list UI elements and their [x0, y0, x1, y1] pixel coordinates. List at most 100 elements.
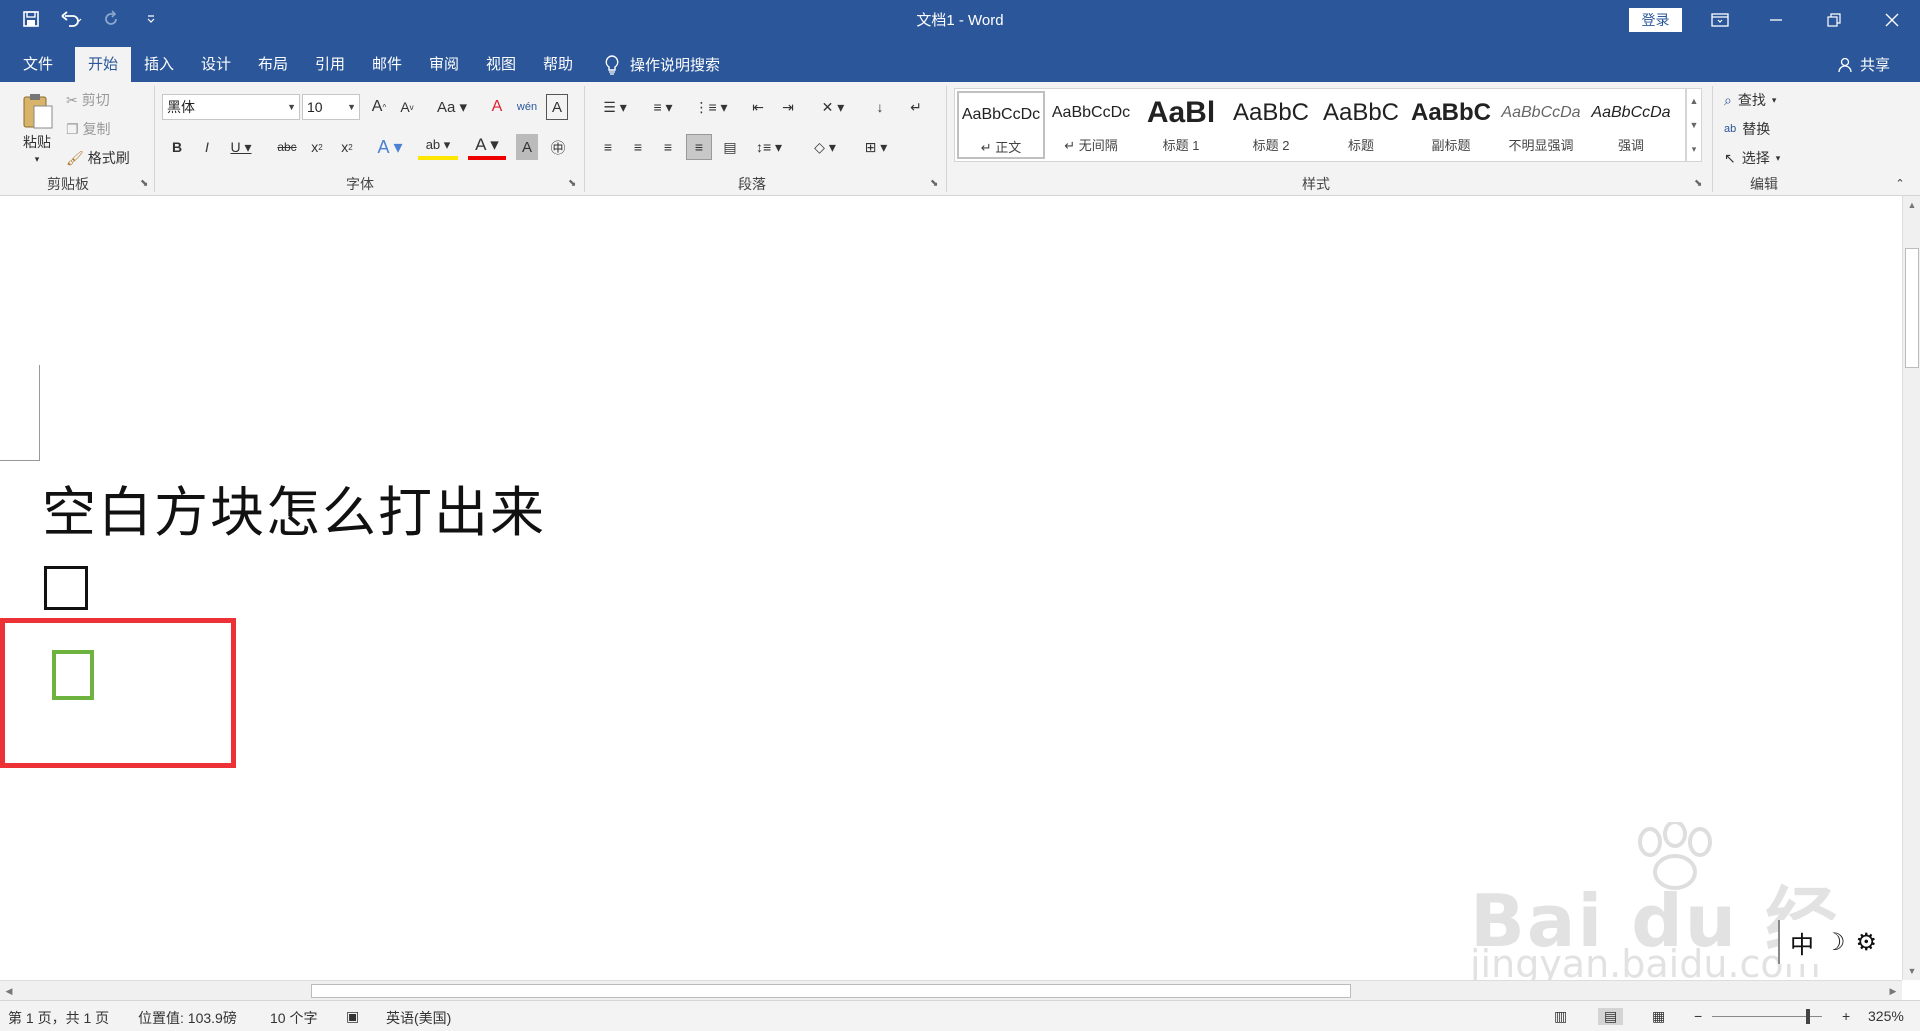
multilevel-list-icon[interactable]: ⋮≡ ▾ [692, 94, 730, 120]
paragraph-shading-icon[interactable]: ◇ ▾ [806, 134, 844, 160]
vertical-scrollbar[interactable]: ▲ ▼ [1902, 196, 1920, 980]
decrease-indent-icon[interactable]: ⇤ [746, 94, 770, 120]
numbering-icon[interactable]: ≡ ▾ [644, 94, 682, 120]
green-square-character[interactable] [52, 650, 94, 700]
strikethrough-icon[interactable]: abc [274, 134, 300, 160]
chevron-up-icon[interactable]: ▲ [1687, 89, 1701, 113]
borders-icon[interactable]: ⊞ ▾ [856, 134, 896, 160]
sort-icon[interactable]: ↓ [868, 94, 892, 120]
word-count[interactable]: 10 个字 [270, 1008, 317, 1028]
font-name-combo[interactable]: 黑体 ▼ [162, 94, 300, 120]
styles-launcher-icon[interactable]: ⬊ [1694, 178, 1702, 189]
print-layout-icon[interactable]: ▤ [1598, 1008, 1624, 1025]
chevron-down-icon[interactable]: ▼ [287, 95, 296, 119]
tab-design[interactable]: 设计 [188, 47, 244, 82]
tab-references[interactable]: 引用 [302, 47, 358, 82]
zoom-out-icon[interactable]: − [1694, 1008, 1702, 1024]
scroll-left-icon[interactable]: ◀ [0, 981, 18, 1001]
style-heading-2[interactable]: AaBbC 标题 2 [1227, 91, 1315, 159]
undo-icon[interactable] [58, 6, 84, 32]
scroll-right-icon[interactable]: ▶ [1884, 981, 1902, 1001]
paragraph-launcher-icon[interactable]: ⬊ [930, 178, 938, 189]
scroll-down-icon[interactable]: ▼ [1903, 962, 1920, 980]
moon-icon[interactable]: ☽ [1824, 928, 1846, 957]
format-painter-button[interactable]: 🖌 格式刷 [66, 146, 130, 170]
blank-square-character[interactable] [44, 566, 88, 610]
style-emphasis[interactable]: AaBbCcDa 强调 [1587, 91, 1675, 159]
underline-icon[interactable]: U ▾ [226, 134, 256, 160]
minimize-icon[interactable] [1750, 0, 1802, 40]
change-case-icon[interactable]: Aa ▾ [432, 94, 472, 120]
zoom-in-icon[interactable]: + [1842, 1008, 1850, 1024]
align-right-icon[interactable]: ≡ [656, 134, 680, 160]
align-center-icon[interactable]: ≡ [626, 134, 650, 160]
chevron-down-icon[interactable]: ▼ [347, 95, 356, 119]
tab-review[interactable]: 审阅 [416, 47, 472, 82]
tab-view[interactable]: 视图 [473, 47, 529, 82]
share-button[interactable]: 共享 [1838, 47, 1890, 82]
save-icon[interactable] [18, 6, 44, 32]
clear-formatting-icon[interactable]: A [486, 94, 508, 120]
tab-mailings[interactable]: 邮件 [359, 47, 415, 82]
select-button[interactable]: ↖ 选择 ▾ [1724, 146, 1780, 170]
copy-button[interactable]: ❐ 复制 [66, 117, 111, 141]
text-effects-icon[interactable]: A ▾ [372, 134, 408, 160]
close-icon[interactable] [1866, 0, 1918, 40]
phonetic-guide-icon[interactable]: wén [516, 94, 538, 120]
login-button[interactable]: 登录 [1629, 8, 1682, 32]
increase-indent-icon[interactable]: ⇥ [776, 94, 800, 120]
shrink-font-icon[interactable]: Av [396, 94, 418, 120]
position-value[interactable]: 位置值: 103.9磅 [138, 1008, 237, 1028]
style-subtitle[interactable]: AaBbC 副标题 [1407, 91, 1495, 159]
line-spacing-icon[interactable]: ↕≡ ▾ [752, 134, 786, 160]
horizontal-scroll-thumb[interactable] [311, 984, 1351, 998]
distributed-icon[interactable]: ▤ [718, 134, 742, 160]
cut-button[interactable]: ✂ 剪切 [66, 88, 110, 112]
ribbon-display-options-icon[interactable] [1694, 0, 1746, 40]
ime-mode-label[interactable]: 中 [1790, 925, 1814, 960]
superscript-icon[interactable]: x2 [336, 134, 358, 160]
collapse-ribbon-icon[interactable]: ⌃ [1890, 174, 1910, 192]
character-shading-icon[interactable]: A [516, 134, 538, 160]
vertical-scroll-thumb[interactable] [1905, 248, 1919, 368]
redo-icon[interactable] [98, 6, 124, 32]
tab-insert[interactable]: 插入 [131, 47, 187, 82]
style-title[interactable]: AaBbC 标题 [1317, 91, 1405, 159]
tab-file[interactable]: 文件 [10, 47, 66, 82]
customize-toolbar-icon[interactable] [138, 6, 164, 32]
clipboard-launcher-icon[interactable]: ⬊ [140, 178, 148, 189]
style-no-spacing[interactable]: AaBbCcDc ↵ 无间隔 [1047, 91, 1135, 159]
scroll-up-icon[interactable]: ▲ [1903, 196, 1920, 214]
font-launcher-icon[interactable]: ⬊ [568, 178, 576, 189]
show-formatting-marks-icon[interactable]: ↵ [904, 94, 928, 120]
replace-button[interactable]: ab 替换 [1724, 117, 1770, 141]
subscript-icon[interactable]: x2 [306, 134, 328, 160]
read-mode-icon[interactable]: ▥ [1554, 1008, 1567, 1025]
align-left-icon[interactable]: ≡ [596, 134, 620, 160]
font-color-icon[interactable]: A ▾ [468, 134, 506, 160]
styles-gallery-scroll[interactable]: ▲ ▼ ▾ [1686, 88, 1702, 162]
tab-home[interactable]: 开始 [75, 47, 131, 82]
bold-icon[interactable]: B [166, 134, 188, 160]
paste-button[interactable]: 粘贴 ▾ [14, 88, 60, 168]
style-heading-1[interactable]: AaBl 标题 1 [1137, 91, 1225, 159]
highlight-color-icon[interactable]: ab ▾ [418, 134, 458, 160]
page-count[interactable]: 第 1 页，共 1 页 [8, 1008, 109, 1028]
enclose-characters-icon[interactable]: ㊥ [546, 134, 570, 160]
document-heading[interactable]: 空白方块怎么打出来 [42, 468, 546, 547]
restore-icon[interactable] [1808, 0, 1860, 40]
grow-font-icon[interactable]: A ^ [368, 94, 390, 120]
zoom-level[interactable]: 325% [1868, 1008, 1904, 1024]
tell-me-search[interactable]: 操作说明搜索 [604, 47, 720, 82]
language-indicator[interactable]: 英语(美国) [386, 1008, 451, 1028]
zoom-slider-thumb[interactable] [1806, 1009, 1810, 1024]
chevron-down-icon[interactable]: ▼ [1687, 113, 1701, 137]
style-subtle-emphasis[interactable]: AaBbCcDa 不明显强调 [1497, 91, 1585, 159]
justify-icon[interactable]: ≡ [686, 134, 712, 160]
character-border-icon[interactable]: A [546, 94, 568, 120]
style-normal[interactable]: AaBbCcDc ↵ 正文 [957, 91, 1045, 159]
web-layout-icon[interactable]: ▦ [1652, 1008, 1665, 1025]
asian-layout-icon[interactable]: ✕ ▾ [814, 94, 852, 120]
bullets-icon[interactable]: ☰ ▾ [596, 94, 634, 120]
tab-help[interactable]: 帮助 [530, 47, 586, 82]
